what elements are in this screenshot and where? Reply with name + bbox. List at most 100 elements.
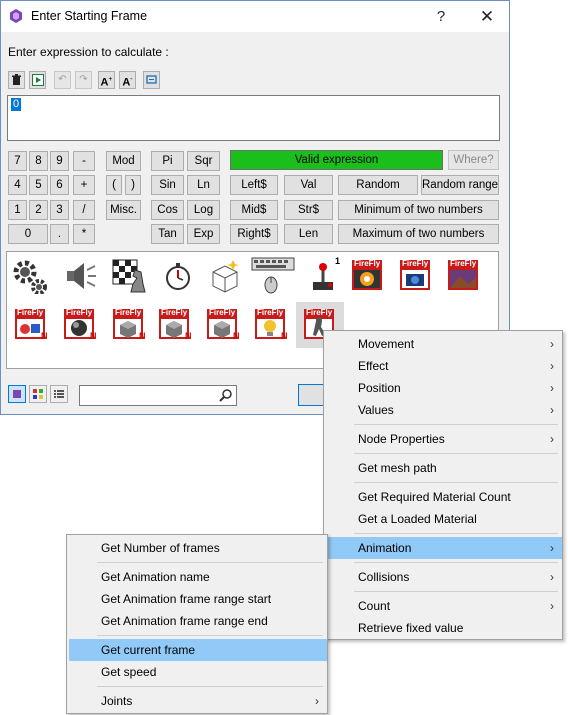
anim-menu-item-get-current-frame[interactable]: Get current frame — [69, 639, 327, 661]
menu-item-values[interactable]: Values › — [326, 399, 562, 421]
redo-button[interactable]: ↷ — [75, 71, 92, 89]
menu-item-position[interactable]: Position › — [326, 377, 562, 399]
firefly-light-icon[interactable]: FireFly N — [253, 307, 289, 343]
key-6[interactable]: 6 — [50, 175, 69, 195]
str-string-button[interactable]: Str$ — [284, 200, 333, 220]
keyboard-mouse-icon[interactable] — [251, 256, 295, 294]
menu-separator — [97, 635, 323, 636]
anim-menu-item-joints[interactable]: Joints › — [69, 690, 327, 712]
key-decimal[interactable]: . — [50, 224, 69, 244]
ln-button[interactable]: Ln — [187, 175, 220, 195]
object-search-input[interactable] — [79, 385, 237, 406]
anim-menu-item-get-speed[interactable]: Get speed — [69, 661, 327, 683]
key-2[interactable]: 2 — [29, 200, 48, 220]
anim-menu-item-get-number-of-frames[interactable]: Get Number of frames — [69, 537, 327, 559]
expression-text[interactable]: 0 — [11, 98, 22, 111]
firefly-cube-icon[interactable]: FireFly N — [111, 307, 147, 343]
key-multiply[interactable]: * — [73, 224, 95, 244]
firefly-icon[interactable]: FireFly — [350, 258, 386, 294]
firefly-label: FireFly — [306, 308, 333, 317]
misc-button[interactable]: Misc. — [106, 200, 141, 220]
menu-item-label: Get Required Material Count — [358, 490, 511, 504]
anim-menu-item-get-animation-name[interactable]: Get Animation name — [69, 566, 327, 588]
expression-editor[interactable]: 0 — [7, 95, 500, 141]
anim-menu-item-label: Get Number of frames — [101, 541, 220, 555]
search-icon[interactable] — [217, 387, 235, 404]
list-view-button[interactable] — [50, 385, 68, 403]
chevron-right-icon: › — [550, 381, 554, 395]
key-1[interactable]: 1 — [8, 200, 27, 220]
speaker-icon[interactable] — [62, 258, 98, 294]
val-button[interactable]: Val — [284, 175, 333, 195]
anim-menu-item-get-animation-frame-range-start[interactable]: Get Animation frame range start — [69, 588, 327, 610]
menu-item-get-required-material-count[interactable]: Get Required Material Count — [326, 486, 562, 508]
anim-menu-item-get-animation-frame-range-end[interactable]: Get Animation frame range end — [69, 610, 327, 632]
help-button[interactable]: ? — [418, 1, 464, 32]
small-icons-view-button[interactable] — [29, 385, 47, 403]
stopwatch-icon[interactable] — [160, 258, 196, 294]
menu-item-label: Position — [358, 381, 401, 395]
menu-item-get-mesh-path[interactable]: Get mesh path — [326, 457, 562, 479]
menu-item-retrieve-fixed-value[interactable]: Retrieve fixed value — [326, 617, 562, 639]
menu-item-collisions[interactable]: Collisions › — [326, 566, 562, 588]
mod-button[interactable]: Mod — [106, 151, 141, 171]
key-0[interactable]: 0 — [8, 224, 48, 244]
new-badge: N — [90, 331, 97, 341]
trash-icon — [12, 74, 21, 85]
random-range-button[interactable]: Random range — [421, 175, 499, 195]
menu-item-node-properties[interactable]: Node Properties › — [326, 428, 562, 450]
tan-button[interactable]: Tan — [151, 224, 184, 244]
chess-icon[interactable] — [111, 258, 147, 294]
large-icons-view-button[interactable] — [8, 385, 26, 403]
menu-item-effect[interactable]: Effect › — [326, 355, 562, 377]
right-string-button[interactable]: Right$ — [230, 224, 278, 244]
key-8[interactable]: 8 — [29, 151, 48, 171]
key-7[interactable]: 7 — [8, 151, 27, 171]
len-button[interactable]: Len — [284, 224, 333, 244]
delete-button[interactable] — [8, 71, 25, 89]
maximum-button[interactable]: Maximum of two numbers — [338, 224, 499, 244]
key-divide[interactable]: / — [73, 200, 95, 220]
key-4[interactable]: 4 — [8, 175, 27, 195]
close-button[interactable]: ✕ — [464, 1, 510, 32]
title-bar[interactable]: Enter Starting Frame ? ✕ — [1, 1, 509, 32]
firefly-sphere-icon[interactable]: FireFly N — [62, 307, 98, 343]
anim-menu-item-label: Get Animation frame range start — [101, 592, 272, 606]
undo-button[interactable]: ↶ — [54, 71, 71, 89]
cos-button[interactable]: Cos — [151, 200, 184, 220]
minimum-button[interactable]: Minimum of two numbers — [338, 200, 499, 220]
sin-button[interactable]: Sin — [151, 175, 184, 195]
gears-icon[interactable] — [11, 258, 47, 295]
box-icon[interactable] — [207, 258, 243, 294]
random-button[interactable]: Random — [338, 175, 418, 195]
fit-button[interactable] — [143, 71, 160, 89]
exp-button[interactable]: Exp — [187, 224, 220, 244]
firefly-cube-icon[interactable]: FireFly N — [205, 307, 241, 343]
key-9[interactable]: 9 — [50, 151, 69, 171]
log-button[interactable]: Log — [187, 200, 220, 220]
left-string-button[interactable]: Left$ — [230, 175, 278, 195]
insert-button[interactable] — [29, 71, 46, 89]
key-5[interactable]: 5 — [29, 175, 48, 195]
key-3[interactable]: 3 — [50, 200, 69, 220]
menu-item-get-a-loaded-material[interactable]: Get a Loaded Material — [326, 508, 562, 530]
menu-item-movement[interactable]: Movement › — [326, 333, 562, 355]
key-minus[interactable]: - — [73, 151, 95, 171]
joystick-icon[interactable]: 1 — [305, 256, 341, 294]
key-plus[interactable]: + — [73, 175, 95, 195]
menu-item-count[interactable]: Count › — [326, 595, 562, 617]
where-button[interactable]: Where? — [448, 150, 499, 170]
firefly-object-icon[interactable]: FireFly N — [13, 307, 49, 343]
menu-item-label: Node Properties — [358, 432, 445, 446]
close-paren-button[interactable]: ) — [125, 175, 141, 195]
sqr-button[interactable]: Sqr — [187, 151, 220, 171]
firefly-cube-icon[interactable]: FireFly N — [157, 307, 193, 343]
firefly-landscape-icon[interactable]: FireFly — [446, 258, 482, 294]
pi-button[interactable]: Pi — [151, 151, 184, 171]
open-paren-button[interactable]: ( — [106, 175, 122, 195]
font-increase-button[interactable]: A+ — [98, 71, 115, 89]
mid-string-button[interactable]: Mid$ — [230, 200, 278, 220]
firefly-camera-icon[interactable]: FireFly — [398, 258, 434, 294]
font-decrease-button[interactable]: A- — [119, 71, 136, 89]
menu-item-animation[interactable]: Animation › — [326, 537, 562, 559]
